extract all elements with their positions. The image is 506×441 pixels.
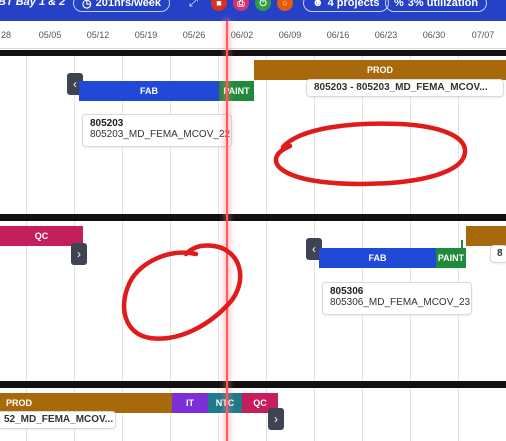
annotation-circle [121, 243, 243, 341]
annotation-layer [121, 121, 468, 341]
annotation-circle [273, 121, 468, 187]
